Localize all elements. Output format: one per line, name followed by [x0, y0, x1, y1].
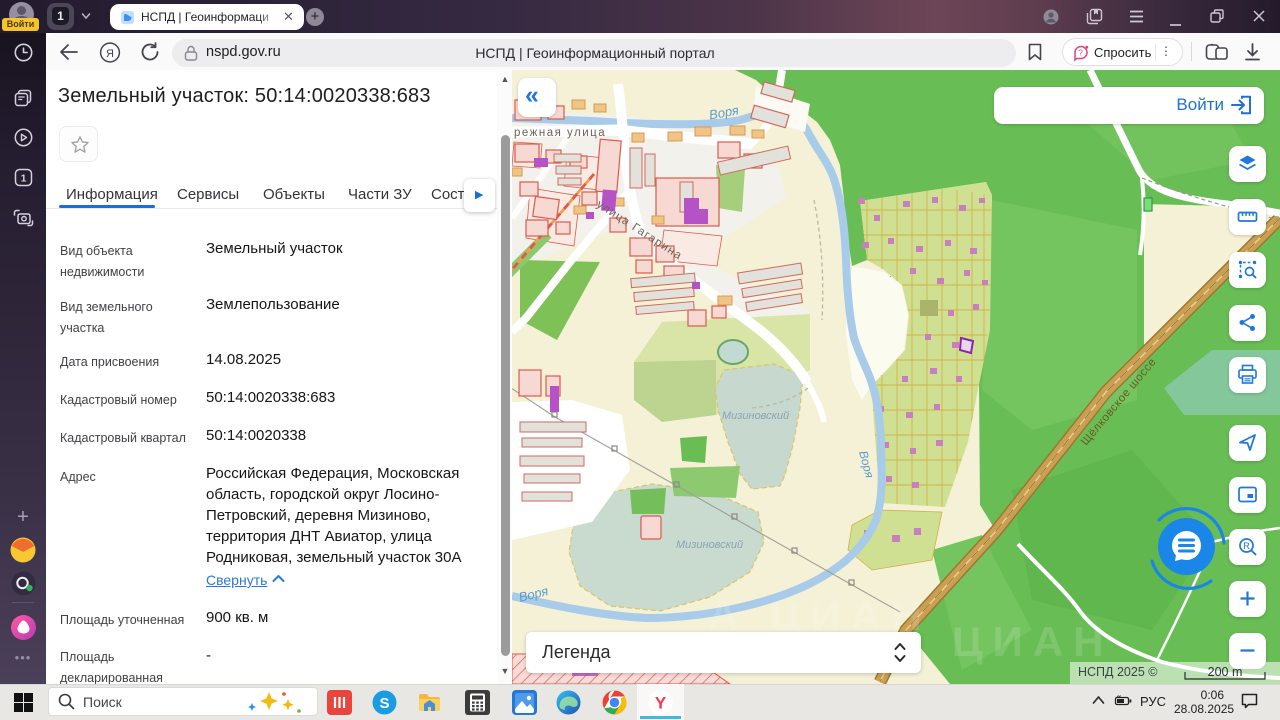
svg-text:200 m: 200 m: [1208, 665, 1243, 679]
svg-text:?: ?: [1078, 49, 1083, 58]
svg-text:ЦИАН: ЦИАН: [952, 618, 1114, 665]
svg-text:R: R: [1243, 541, 1250, 551]
svg-text:S: S: [379, 695, 389, 712]
svg-text:Y: Y: [655, 694, 667, 713]
svg-text:Мизиновский: Мизиновский: [722, 410, 789, 422]
svg-text:Я: Я: [106, 48, 114, 60]
svg-text:1: 1: [20, 172, 26, 184]
svg-text:режная улица: режная улица: [514, 127, 606, 139]
svg-text:Мизиновский: Мизиновский: [676, 539, 743, 551]
